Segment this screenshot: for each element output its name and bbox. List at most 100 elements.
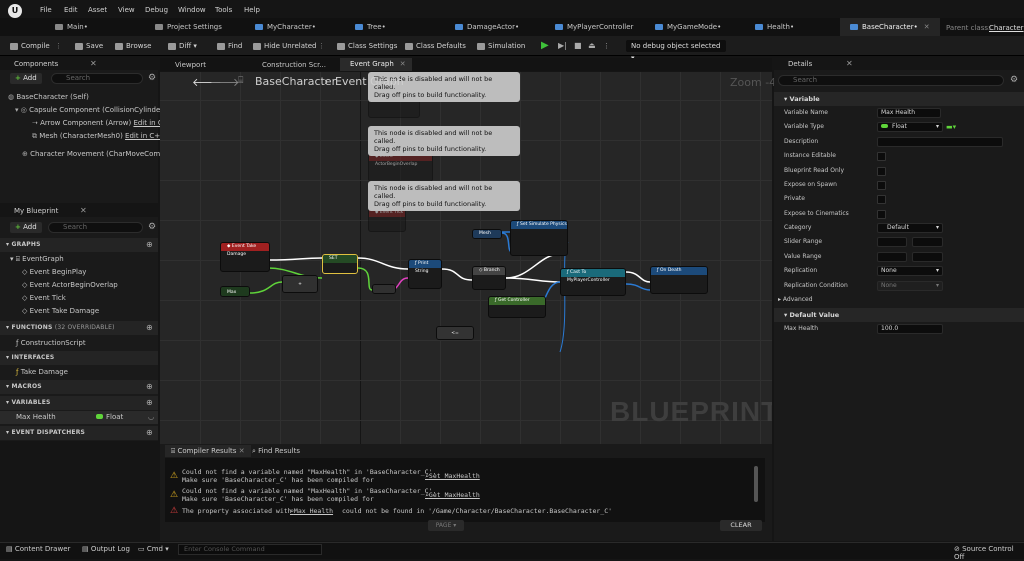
component-self[interactable]: ◍ BaseCharacter (Self) bbox=[8, 91, 89, 104]
close-icon[interactable]: ✕ bbox=[80, 206, 87, 215]
expose-cinematics-checkbox[interactable] bbox=[877, 210, 886, 219]
tab-damageactor[interactable]: DamageActor• bbox=[445, 18, 545, 36]
reroute-node[interactable] bbox=[372, 284, 396, 294]
variable-type-select[interactable]: Float ▾ bbox=[877, 122, 943, 132]
set-node[interactable]: SET bbox=[322, 254, 358, 274]
function-item[interactable]: ƒ ConstructionScript bbox=[16, 337, 86, 350]
page-dropdown[interactable]: PAGE ▾ bbox=[428, 520, 464, 531]
debug-object-select[interactable]: No debug object selected ▾ bbox=[626, 40, 726, 62]
health-get-node[interactable]: Mesh bbox=[472, 229, 502, 239]
content-drawer-button[interactable]: ▤ Content Drawer bbox=[6, 545, 70, 553]
tab-basecharacter[interactable]: BaseCharacter• ✕ bbox=[840, 18, 940, 36]
gear-icon[interactable]: ⚙ bbox=[148, 73, 156, 83]
component-mesh[interactable]: ⧉ Mesh (CharacterMesh0) Edit in C++ bbox=[32, 130, 166, 143]
stop-icon[interactable]: ■ bbox=[574, 36, 582, 56]
component-movement[interactable]: ⊕ Character Movement (CharMoveComp) bbox=[22, 148, 167, 161]
close-icon[interactable]: ✕ bbox=[239, 447, 245, 455]
output-log-button[interactable]: ▤ Output Log bbox=[82, 545, 130, 553]
add-component-button[interactable]: + Add bbox=[10, 73, 42, 84]
diff-button[interactable]: Diff ▾ bbox=[168, 36, 197, 56]
menu-window[interactable]: Window bbox=[178, 6, 206, 14]
close-icon[interactable]: ✕ bbox=[90, 59, 97, 68]
add-macro-icon[interactable]: ⊕ bbox=[146, 382, 153, 391]
interfaces-section[interactable]: ▾ INTERFACES bbox=[0, 351, 158, 365]
instance-editable-checkbox[interactable] bbox=[877, 152, 886, 161]
menu-asset[interactable]: Asset bbox=[88, 6, 107, 14]
components-search-input[interactable]: Search bbox=[51, 73, 143, 84]
eject-icon[interactable]: ⏏ bbox=[588, 36, 596, 56]
expose-on-spawn-checkbox[interactable] bbox=[877, 181, 886, 190]
tab-tree[interactable]: Tree• bbox=[345, 18, 445, 36]
interface-item[interactable]: ƒ Take Damage bbox=[16, 366, 68, 379]
cmd-dropdown[interactable]: ▭ Cmd ▾ bbox=[138, 545, 169, 553]
log-link[interactable]: ⌕Max Health bbox=[290, 507, 333, 515]
cast-to-playercontroller-node[interactable]: ƒ Cast To MyPlayerController bbox=[560, 268, 626, 296]
variable-name-field[interactable]: Max Health bbox=[877, 108, 941, 118]
event-item[interactable]: ◇ Event Tick bbox=[22, 292, 66, 305]
add-dispatcher-icon[interactable]: ⊕ bbox=[146, 428, 153, 437]
console-command-input[interactable]: Enter Console Command bbox=[178, 544, 322, 555]
add-variable-icon[interactable]: ⊕ bbox=[146, 398, 153, 407]
log-link[interactable]: ⌕Get MaxHealth bbox=[425, 491, 480, 499]
branch-node[interactable]: ◇ Branch bbox=[472, 266, 506, 290]
hide-options-icon[interactable]: ⋮ bbox=[318, 36, 325, 56]
menu-view[interactable]: View bbox=[118, 6, 135, 14]
tab-compiler-results[interactable]: ⌸ Compiler Results ✕ bbox=[165, 445, 251, 457]
details-section-default-value[interactable]: ▾ Default Value bbox=[774, 308, 1024, 322]
advanced-expander[interactable]: ▸ Advanced bbox=[778, 293, 813, 307]
read-only-checkbox[interactable] bbox=[877, 167, 886, 176]
tab-find-results[interactable]: ⌕ Find Results bbox=[248, 445, 304, 457]
add-pin-node[interactable]: + bbox=[282, 275, 318, 293]
play-options-icon[interactable]: ⋮ bbox=[603, 36, 610, 56]
save-button[interactable]: Save bbox=[75, 36, 103, 56]
replication-select[interactable]: None ▾ bbox=[877, 266, 943, 276]
slider-range-max[interactable] bbox=[912, 237, 943, 247]
tab-mycharacter[interactable]: MyCharacter• bbox=[245, 18, 345, 36]
tab-mygamemode[interactable]: MyGameMode• bbox=[645, 18, 745, 36]
event-dispatchers-section[interactable]: ▾ EVENT DISPATCHERS bbox=[0, 426, 158, 440]
event-item[interactable]: ◇ Event BeginPlay bbox=[22, 266, 86, 279]
tab-project-settings[interactable]: Project Settings bbox=[145, 18, 245, 36]
my-blueprint-search-input[interactable]: Search bbox=[48, 222, 143, 233]
add-member-button[interactable]: + Add bbox=[10, 222, 42, 233]
variable-item-max-health[interactable]: Max Health bbox=[0, 411, 158, 424]
gear-icon[interactable]: ⚙ bbox=[148, 222, 156, 232]
unreal-logo-icon[interactable]: U bbox=[8, 4, 22, 18]
private-checkbox[interactable] bbox=[877, 195, 886, 204]
value-range-min[interactable] bbox=[877, 252, 907, 262]
tab-viewport[interactable]: Viewport bbox=[165, 59, 235, 71]
functions-section[interactable]: ▾ FUNCTIONS (32 OVERRIDABLE) bbox=[0, 321, 158, 335]
macros-section[interactable]: ▾ MACROS bbox=[0, 380, 158, 394]
menu-tools[interactable]: Tools bbox=[215, 6, 232, 14]
max-health-get-node[interactable]: Max Health bbox=[220, 286, 250, 297]
forward-arrow-icon[interactable]: 🡒 bbox=[210, 75, 240, 89]
play-icon[interactable]: ▶ bbox=[541, 36, 549, 56]
find-button[interactable]: Find bbox=[217, 36, 242, 56]
log-scrollbar[interactable] bbox=[754, 466, 758, 502]
skip-icon[interactable]: ▶| bbox=[558, 36, 567, 56]
close-icon[interactable]: ✕ bbox=[924, 23, 930, 31]
class-defaults-button[interactable]: Class Defaults bbox=[405, 36, 466, 56]
tab-main[interactable]: Main• bbox=[45, 18, 145, 36]
on-death-node[interactable]: ƒ On Death bbox=[650, 266, 708, 294]
gear-icon[interactable]: ⚙ bbox=[1010, 75, 1018, 85]
comparison-node[interactable]: <= bbox=[436, 326, 474, 340]
category-select[interactable]: Default ▾ bbox=[877, 223, 943, 233]
event-item[interactable]: ◇ Event Take Damage bbox=[22, 305, 99, 318]
disabled-node[interactable]: ◆ Event Tick bbox=[368, 208, 406, 232]
tab-myplayercontroller[interactable]: MyPlayerController bbox=[545, 18, 645, 36]
visibility-eye-icon[interactable]: ◡ bbox=[148, 411, 154, 424]
details-section-variable[interactable]: ▾ Variable bbox=[774, 92, 1024, 106]
menu-edit[interactable]: Edit bbox=[64, 6, 78, 14]
slider-range-min[interactable] bbox=[877, 237, 907, 247]
component-arrow[interactable]: ➝ Arrow Component (Arrow) Edit in C++ bbox=[32, 117, 174, 130]
browse-button[interactable]: Browse bbox=[115, 36, 152, 56]
event-take-damage-node[interactable]: ◆ Event Take Damage bbox=[220, 242, 270, 272]
compile-options-icon[interactable]: ⋮ bbox=[55, 36, 62, 56]
add-graph-icon[interactable]: ⊕ bbox=[146, 240, 153, 249]
simulation-button[interactable]: Simulation bbox=[477, 36, 525, 56]
graphs-section[interactable]: ▾ GRAPHS bbox=[0, 238, 158, 252]
variables-section[interactable]: ▾ VARIABLES bbox=[0, 396, 158, 410]
tab-construction-script[interactable]: Construction Scr... bbox=[252, 59, 337, 71]
menu-file[interactable]: File bbox=[40, 6, 52, 14]
